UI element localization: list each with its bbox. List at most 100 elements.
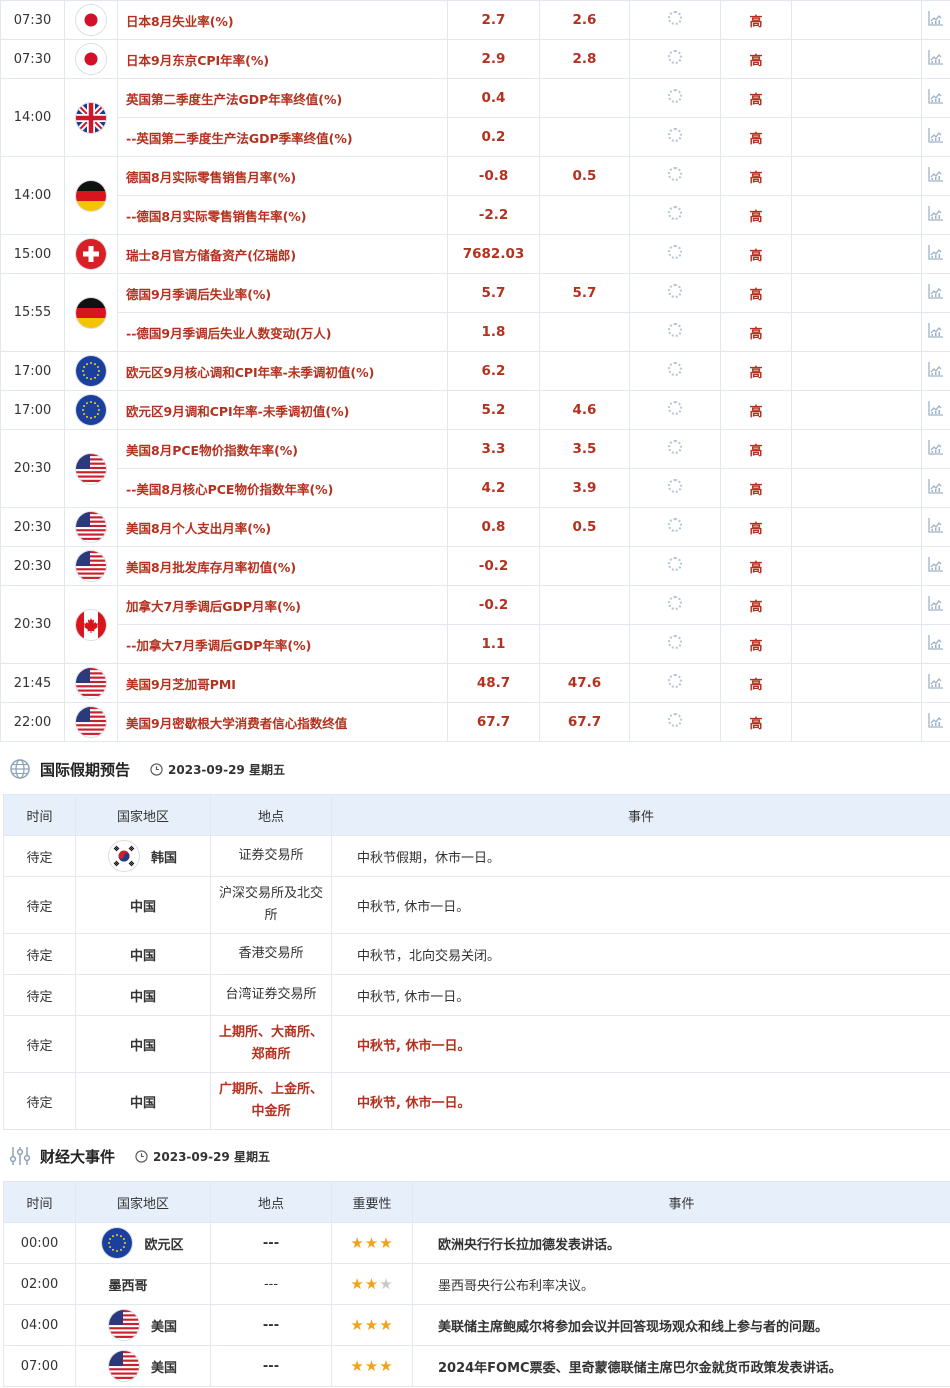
econ-row[interactable]: 14:00 德国8月实际零售销售月率(%) -0.8 0.5 高 xyxy=(0,156,950,235)
chart-icon[interactable] xyxy=(927,126,945,144)
indicator-name[interactable]: 美国9月芝加哥PMI xyxy=(117,663,448,703)
empty-cell xyxy=(791,507,922,547)
event-cell: 欧洲央行行长拉加德发表讲话。 xyxy=(412,1222,950,1264)
indicator-name[interactable]: 日本8月失业率(%) xyxy=(117,0,448,40)
chart-icon[interactable] xyxy=(927,282,945,300)
chart-cell[interactable] xyxy=(921,0,950,40)
indicator-name[interactable]: 德国9月季调后失业率(%) xyxy=(117,273,448,313)
star-icon: ★ xyxy=(379,1316,394,1334)
econ-row[interactable]: 15:55 德国9月季调后失业率(%) 5.7 5.7 高 xyxy=(0,273,950,352)
loading-icon xyxy=(668,362,682,376)
chart-icon[interactable] xyxy=(927,48,945,66)
chart-icon[interactable] xyxy=(927,672,945,690)
econ-row[interactable]: 20:30 美国8月批发库存月率初值(%) -0.2 高 xyxy=(0,546,950,586)
chart-icon[interactable] xyxy=(927,321,945,339)
econ-row[interactable]: --德国8月实际零售销售年率(%) -2.2 高 xyxy=(1,195,950,235)
chart-cell[interactable] xyxy=(921,39,950,79)
country-cell: 中国 xyxy=(75,974,211,1016)
country-cell: 欧元区 xyxy=(75,1222,211,1264)
indicator-name[interactable]: 英国第二季度生产法GDP年率终值(%) xyxy=(117,78,448,118)
indicator-name[interactable]: --德国9月季调后失业人数变动(万人) xyxy=(117,312,448,352)
indicator-name[interactable]: 瑞士8月官方储备资产(亿瑞郎) xyxy=(117,234,448,274)
clock-icon xyxy=(150,762,163,776)
pending-cell xyxy=(629,351,721,391)
econ-row[interactable]: 21:45 美国9月芝加哥PMI 48.7 47.6 高 xyxy=(0,663,950,703)
chart-cell[interactable] xyxy=(921,585,950,625)
econ-row[interactable]: 20:30 加拿大7月季调后GDP月率(%) -0.2 高 xyxy=(0,585,950,664)
chart-icon[interactable] xyxy=(927,555,945,573)
econ-row[interactable]: 20:30 美国8月PCE物价指数年率(%) 3.3 3.5 高 xyxy=(0,429,950,508)
chart-icon[interactable] xyxy=(927,516,945,534)
chart-icon[interactable] xyxy=(927,711,945,729)
econ-row[interactable]: 17:00 欧元区9月核心调和CPI年率-未季调初值(%) 6.2 高 xyxy=(0,351,950,391)
econ-row[interactable]: 15:00 瑞士8月官方储备资产(亿瑞郎) 7682.03 高 xyxy=(0,234,950,274)
chart-cell[interactable] xyxy=(921,156,950,196)
chart-cell[interactable] xyxy=(921,390,950,430)
chart-icon[interactable] xyxy=(927,165,945,183)
indicator-name[interactable]: 加拿大7月季调后GDP月率(%) xyxy=(117,585,448,625)
econ-row[interactable]: 07:30 日本9月东京CPI年率(%) 2.9 2.8 高 xyxy=(0,39,950,79)
indicator-name[interactable]: 日本9月东京CPI年率(%) xyxy=(117,39,448,79)
indicator-name[interactable]: --德国8月实际零售销售年率(%) xyxy=(117,195,448,235)
indicator-name[interactable]: 德国8月实际零售销售月率(%) xyxy=(117,156,448,196)
chart-icon[interactable] xyxy=(927,87,945,105)
place-cell: --- xyxy=(210,1222,332,1264)
chart-icon[interactable] xyxy=(927,360,945,378)
empty-cell xyxy=(791,273,922,313)
empty-cell xyxy=(791,195,922,235)
chart-cell[interactable] xyxy=(921,234,950,274)
events-title: 财经大事件 xyxy=(40,1147,116,1166)
flag-japan-icon xyxy=(76,5,106,35)
chart-icon[interactable] xyxy=(927,633,945,651)
chart-cell[interactable] xyxy=(921,546,950,586)
indicator-name[interactable]: 美国8月PCE物价指数年率(%) xyxy=(117,429,448,469)
econ-row[interactable]: 17:00 欧元区9月调和CPI年率-未季调初值(%) 5.2 4.6 高 xyxy=(0,390,950,430)
econ-row[interactable]: 14:00 英国第二季度生产法GDP年率终值(%) 0.4 高 xyxy=(0,78,950,157)
chart-icon[interactable] xyxy=(927,399,945,417)
loading-icon xyxy=(668,401,682,415)
econ-row[interactable]: --美国8月核心PCE物价指数年率(%) 4.2 3.9 高 xyxy=(1,468,950,508)
econ-row[interactable]: --加拿大7月季调后GDP年率(%) 1.1 高 xyxy=(1,624,950,664)
loading-icon xyxy=(668,479,682,493)
chart-cell[interactable] xyxy=(921,351,950,391)
pending-cell xyxy=(629,0,721,40)
indicator-name[interactable]: 美国8月批发库存月率初值(%) xyxy=(117,546,448,586)
econ-row[interactable]: --英国第二季度生产法GDP季率终值(%) 0.2 高 xyxy=(1,117,950,157)
indicator-name[interactable]: --加拿大7月季调后GDP年率(%) xyxy=(117,624,448,664)
indicator-name[interactable]: 欧元区9月调和CPI年率-未季调初值(%) xyxy=(117,390,448,430)
chart-icon[interactable] xyxy=(927,243,945,261)
chart-cell[interactable] xyxy=(921,429,950,469)
place-cell: --- xyxy=(210,1263,332,1305)
actual-value: 0.8 xyxy=(447,507,540,547)
indicator-name[interactable]: 欧元区9月核心调和CPI年率-未季调初值(%) xyxy=(117,351,448,391)
indicator-name[interactable]: 美国8月个人支出月率(%) xyxy=(117,507,448,547)
chart-cell[interactable] xyxy=(921,624,950,664)
chart-cell[interactable] xyxy=(921,195,950,235)
econ-row[interactable]: --德国9月季调后失业人数变动(万人) 1.8 高 xyxy=(1,312,950,352)
chart-cell[interactable] xyxy=(921,702,950,742)
empty-cell xyxy=(791,351,922,391)
place-cell: --- xyxy=(210,1345,332,1387)
chart-cell[interactable] xyxy=(921,663,950,703)
chart-cell[interactable] xyxy=(921,507,950,547)
economic-data-table: 07:30 日本8月失业率(%) 2.7 2.6 高 07:30 日本9月东京CPI年率(%… xyxy=(0,0,950,742)
econ-row[interactable]: 07:30 日本8月失业率(%) 2.7 2.6 高 xyxy=(0,0,950,40)
chart-cell[interactable] xyxy=(921,312,950,352)
col-place: 地点 xyxy=(210,794,332,836)
indicator-name[interactable]: --英国第二季度生产法GDP季率终值(%) xyxy=(117,117,448,157)
chart-cell[interactable] xyxy=(921,117,950,157)
importance-stars: ★★★ xyxy=(331,1263,413,1305)
chart-cell[interactable] xyxy=(921,273,950,313)
indicator-name[interactable]: --美国8月核心PCE物价指数年率(%) xyxy=(117,468,448,508)
indicator-name[interactable]: 美国9月密歇根大学消费者信心指数终值 xyxy=(117,702,448,742)
econ-row[interactable]: 22:00 美国9月密歇根大学消费者信心指数终值 67.7 67.7 高 xyxy=(0,702,950,742)
chart-cell[interactable] xyxy=(921,78,950,118)
chart-icon[interactable] xyxy=(927,594,945,612)
empty-cell xyxy=(791,312,922,352)
chart-icon[interactable] xyxy=(927,438,945,456)
chart-icon[interactable] xyxy=(927,204,945,222)
econ-row[interactable]: 20:30 美国8月个人支出月率(%) 0.8 0.5 高 xyxy=(0,507,950,547)
chart-icon[interactable] xyxy=(927,9,945,27)
chart-icon[interactable] xyxy=(927,477,945,495)
chart-cell[interactable] xyxy=(921,468,950,508)
